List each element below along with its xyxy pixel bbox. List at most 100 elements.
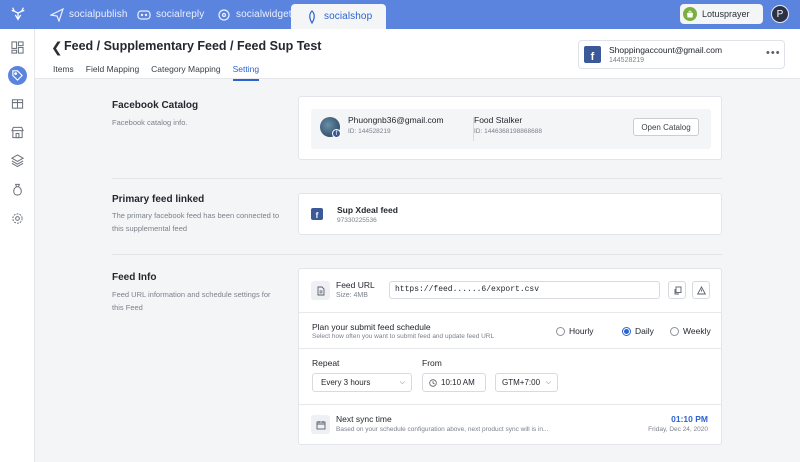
copy-button[interactable] [668,281,686,299]
radio-button[interactable] [622,326,631,336]
from-label: From [422,358,442,368]
radio-button[interactable] [556,326,565,336]
tab-label: socialwidget [236,9,292,20]
sidebar-item-dashboard[interactable] [8,38,27,57]
chevron-down-icon: ⌵ [399,379,405,386]
tab-socialwidget[interactable]: socialwidget [217,0,292,29]
schedule-title: Plan your submit feed schedule [312,322,431,332]
warning-icon [696,285,706,294]
open-catalog-button[interactable]: Open Catalog [633,118,699,136]
tab-field-mapping[interactable]: Field Mapping [86,64,139,81]
section-divider [112,254,722,255]
facebook-icon: f [311,208,323,220]
copy-icon [674,286,681,294]
feed-info-title: Feed Info [112,272,157,283]
account-card: f Shoppingaccount@gmail.com 144528219 ••… [578,40,785,69]
layers-icon [11,154,24,167]
from-time-field[interactable]: 10:10 AM [422,373,486,392]
sidebar-item-feeds[interactable] [8,66,27,85]
tab-socialshop[interactable]: socialshop [291,4,387,29]
primary-feed-name[interactable]: Sup Xdeal feed [337,205,398,215]
widget-icon [218,8,230,21]
row-divider [299,404,721,405]
sidebar-item-catalog[interactable] [8,151,27,170]
feed-info-description: Feed URL information and schedule settin… [112,290,271,312]
row-divider [299,348,721,349]
profile-id: ID: 144528219 [348,128,391,135]
sidebar [0,29,35,462]
sidebar-item-billing[interactable] [8,180,27,199]
page-title: Feed / Supplementary Feed / Feed Sup Tes… [64,39,322,53]
settings-icon [12,213,23,224]
radio-weekly[interactable]: Weekly [670,326,711,336]
radio-button[interactable] [670,326,679,336]
row-divider [299,312,721,313]
sub-tabs: Items Field Mapping Category Mapping Set… [53,64,271,81]
money-bag-icon [13,183,22,196]
dashboard-icon [11,41,24,54]
primary-feed-description: The primary facebook feed has been conne… [112,211,280,233]
deer-logo-icon[interactable] [9,5,27,23]
from-time: 10:10 AM [441,378,475,387]
file-icon [311,281,330,300]
facebook-icon: f [584,46,601,63]
catalog-info-box: f Phuongnb36@gmail.com ID: 144528219 Foo… [311,109,711,149]
next-sync-label: Next sync time [336,414,392,424]
tab-socialreply[interactable]: socialreply [137,0,204,29]
tab-label: socialreply [156,9,205,20]
tab-label: socialshop [324,11,373,22]
user-avatar[interactable]: P [771,5,789,23]
tab-category-mapping[interactable]: Category Mapping [151,64,220,81]
radio-hourly[interactable]: Hourly [556,326,594,336]
sidebar-item-store[interactable] [8,123,27,142]
primary-feed-id: 97330225536 [337,217,377,224]
facebook-catalog-card: f Phuongnb36@gmail.com ID: 144528219 Foo… [298,96,722,160]
primary-feed-title: Primary feed linked [112,194,205,205]
page-header: ❮ Feed / Supplementary Feed / Feed Sup T… [35,29,800,81]
radio-label: Weekly [683,326,711,336]
feed-info-card: Feed URL Size: 4MB https://feed......6/e… [298,268,722,445]
account-email: Shoppingaccount@gmail.com [609,45,723,55]
warning-button[interactable] [692,281,710,299]
profile-email: Phuongnb36@gmail.com [348,115,444,125]
feed-url-field[interactable]: https://feed......6/export.csv [389,281,660,299]
radio-label: Hourly [569,326,594,336]
feed-size: Size: 4MB [336,292,368,299]
repeat-value: Every 3 hours [321,378,371,387]
primary-feed-card: f Sup Xdeal feed 97330225536 [298,193,722,235]
section-divider [112,178,722,179]
shopify-bag-icon [683,7,697,21]
back-arrow-icon[interactable]: ❮ [51,39,63,56]
account-id: 144528219 [609,57,645,64]
more-options-icon[interactable]: ••• [766,47,781,59]
tab-socialpublish[interactable]: socialpublish [50,0,128,29]
next-sync-description: Based on your schedule configuration abo… [336,426,549,433]
clock-icon [429,378,437,387]
tab-label: socialpublish [69,9,128,20]
send-icon [50,7,64,22]
repeat-label: Repeat [312,358,340,368]
radio-label: Daily [635,326,654,336]
next-sync-time: 01:10 PM [671,414,708,424]
timezone-select[interactable]: GTM+7:00 ⌵ [495,373,558,392]
box-icon [11,99,24,109]
store-icon [11,126,24,139]
shop-switcher[interactable]: Lotusprayer [680,4,763,24]
timezone-value: GTM+7:00 [502,378,541,387]
repeat-select[interactable]: Every 3 hours ⌵ [312,373,412,392]
sidebar-item-settings[interactable] [8,209,27,228]
shop-icon [309,9,315,24]
next-sync-date: Friday, Dec 24, 2020 [648,426,708,433]
feed-url-label: Feed URL [336,280,375,290]
facebook-catalog-description: Facebook catalog info. [112,118,188,127]
sidebar-item-products[interactable] [8,94,27,113]
tag-icon [12,70,23,81]
radio-daily[interactable]: Daily [622,326,654,336]
shop-name: Lotusprayer [702,9,750,19]
facebook-catalog-title: Facebook Catalog [112,100,199,111]
catalog-id: ID: 1446368198868688 [474,128,542,135]
tab-setting[interactable]: Setting [232,64,260,81]
tab-items[interactable]: Items [53,64,74,81]
schedule-description: Select how often you want to submit feed… [312,333,495,340]
chat-icon [137,9,151,20]
